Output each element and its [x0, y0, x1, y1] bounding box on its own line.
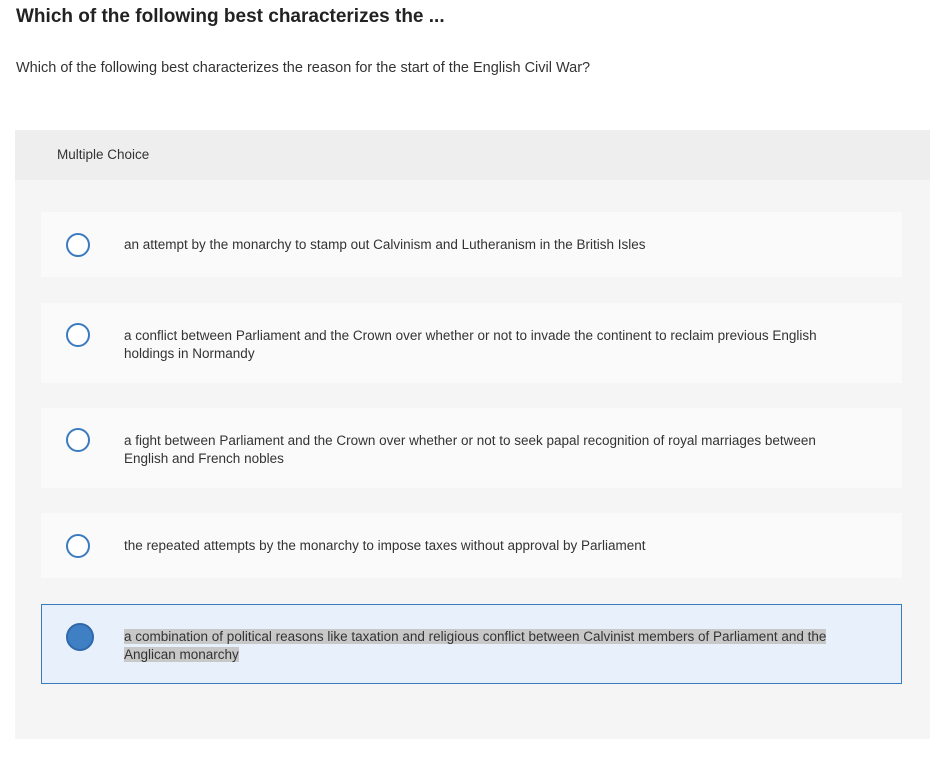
- answer-choice[interactable]: the repeated attempts by the monarchy to…: [41, 513, 902, 578]
- selected-text-highlight: a combination of political reasons like …: [124, 629, 827, 662]
- radio-button-unchecked[interactable]: [66, 323, 90, 347]
- answer-choice-text: the repeated attempts by the monarchy to…: [124, 538, 646, 553]
- answer-choice-selected[interactable]: a combination of political reasons like …: [41, 604, 902, 684]
- question-panel: Multiple Choice an attempt by the monarc…: [15, 130, 930, 739]
- radio-button-unchecked[interactable]: [66, 428, 90, 452]
- radio-button-unchecked[interactable]: [66, 233, 90, 257]
- answer-choice-text: a combination of political reasons like …: [124, 628, 844, 664]
- answer-choice[interactable]: a fight between Parliament and the Crown…: [41, 408, 902, 488]
- page-title: Which of the following best characterize…: [16, 6, 445, 27]
- answer-choice[interactable]: a conflict between Parliament and the Cr…: [41, 303, 902, 383]
- answer-choice[interactable]: an attempt by the monarchy to stamp out …: [41, 212, 902, 277]
- question-prompt: Which of the following best characterize…: [16, 60, 591, 76]
- answer-choice-text: a conflict between Parliament and the Cr…: [124, 328, 817, 361]
- radio-button-checked[interactable]: [66, 623, 94, 651]
- answer-choice-text: an attempt by the monarchy to stamp out …: [124, 237, 646, 252]
- question-type-header: Multiple Choice: [15, 130, 930, 180]
- radio-button-unchecked[interactable]: [66, 534, 90, 558]
- question-type-label: Multiple Choice: [57, 147, 150, 162]
- answer-choice-text: a fight between Parliament and the Crown…: [124, 433, 816, 466]
